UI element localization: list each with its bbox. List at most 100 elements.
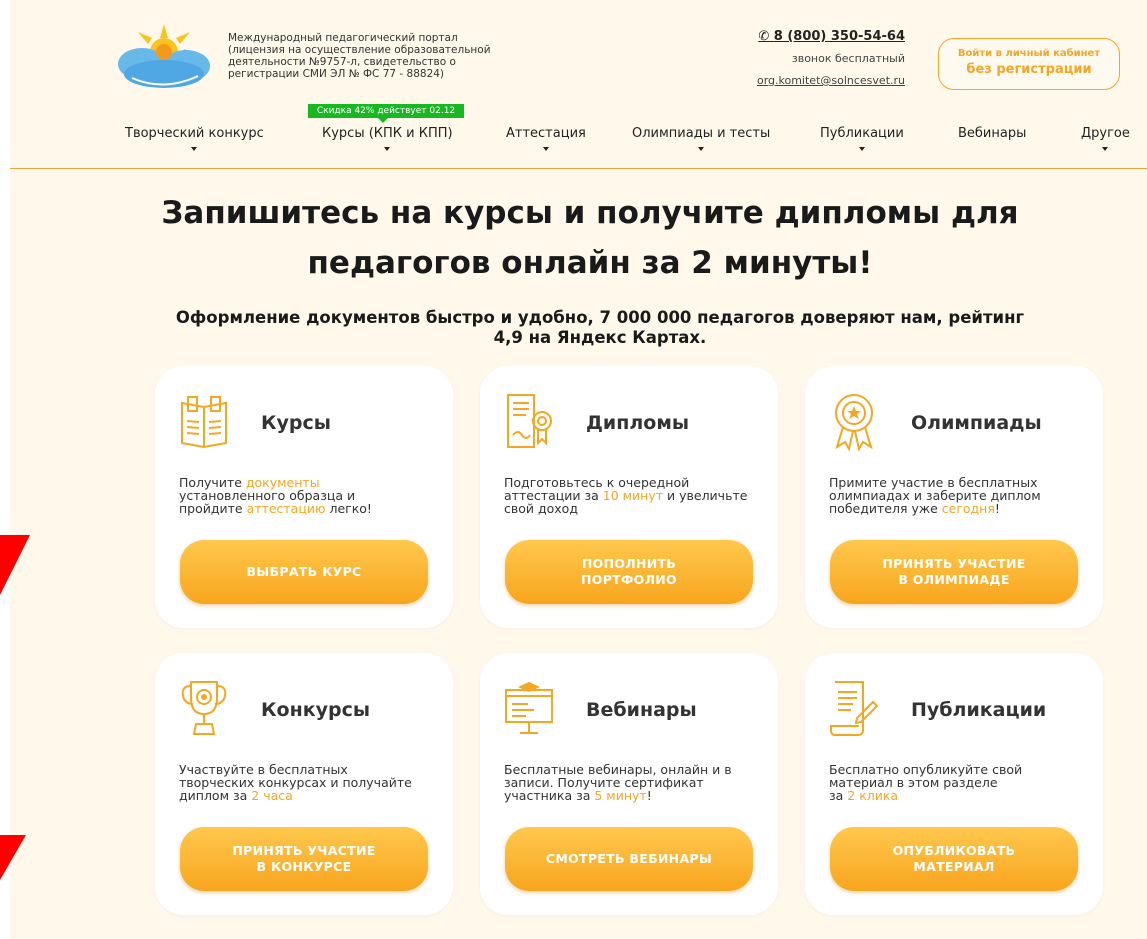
card-description: Бесплатно опубликуйте свой материал в это…: [829, 763, 1087, 802]
card-courses: Курсы Получите документы установленного о…: [155, 366, 453, 628]
portal-info: Международный педагогический портал (лиц…: [228, 32, 528, 80]
nav-item-attestation[interactable]: Аттестация: [506, 126, 586, 151]
scroll-pen-icon: [830, 681, 879, 736]
caret-down-icon: [858, 147, 865, 151]
card-description: Подготовьтесь к очередной аттестации за 1…: [504, 476, 762, 515]
card-description: Примите участие в бесплатных олимпиадах и…: [829, 476, 1087, 515]
highlight-link[interactable]: 2 часа: [251, 788, 293, 803]
phone-icon: ✆: [758, 29, 770, 44]
button-label: МАТЕРИАЛ: [913, 859, 995, 874]
highlight-link[interactable]: 5 минут: [594, 788, 646, 803]
nav-item-creative-contest[interactable]: Творческий конкурс: [125, 126, 264, 151]
join-contest-button[interactable]: ПРИНЯТЬ УЧАСТИЕ В КОНКУРСЕ: [180, 827, 428, 891]
login-button[interactable]: Войти в личный кабинет без регистрации: [938, 38, 1120, 90]
card-description: Бесплатные вебинары, онлайн и в записи. П…: [504, 763, 762, 802]
nav-item-label: Творческий конкурс: [125, 126, 264, 141]
highlight-link[interactable]: аттестацию: [247, 501, 326, 516]
choose-course-button[interactable]: ВЫБРАТЬ КУРС: [180, 540, 428, 604]
card-description-text: диплом за: [179, 788, 252, 803]
nav-item-label: Олимпиады и тесты: [632, 126, 771, 141]
button-label: ПРИНЯТЬ УЧАСТИЕ: [882, 556, 1026, 571]
nav-item-label: Публикации: [820, 126, 904, 141]
card-olympiads: Олимпиады Примите участие в бесплатных ол…: [805, 366, 1103, 628]
caret-down-icon: [1102, 147, 1109, 151]
nav-item-courses[interactable]: Курсы (КПК и КПП): [322, 126, 453, 151]
card-title: Дипломы: [586, 412, 690, 434]
caret-down-icon: [191, 147, 198, 151]
hero-title-line: Запишитесь на курсы и получите дипломы д…: [161, 195, 1019, 231]
card-publications: Публикации Бесплатно опубликуйте свой мат…: [805, 653, 1103, 915]
highlight-link[interactable]: сегодня: [942, 501, 995, 516]
nav-item-label: Другое: [1081, 126, 1130, 141]
nav-item-webinars[interactable]: Вебинары: [958, 126, 1026, 141]
hero-subtitle-line: 4,9 на Яндекс Картах.: [493, 328, 707, 347]
button-label: В КОНКУРСЕ: [256, 859, 352, 874]
red-pointer-arrow: [0, 535, 30, 880]
card-description: Участвуйте в бесплатных творческих конкур…: [179, 763, 437, 802]
hero-title: Запишитесь на курсы и получите дипломы д…: [140, 188, 1040, 288]
card-description-text: !: [994, 501, 1000, 516]
add-portfolio-button[interactable]: ПОПОЛНИТЬ ПОРТФОЛИО: [505, 540, 753, 604]
email-link[interactable]: org.komitet@solncesvet.ru: [710, 74, 905, 88]
phone-number[interactable]: 8 (800) 350-54-64: [774, 29, 905, 44]
hero-subtitle: Оформление документов быстро и удобно, 7…: [150, 308, 1050, 348]
diploma-icon: [507, 394, 552, 448]
nav-item-olympiads[interactable]: Олимпиады и тесты: [632, 126, 770, 151]
card-description-text: легко!: [325, 501, 372, 516]
nav-item-publications[interactable]: Публикации: [820, 126, 904, 151]
card-title: Конкурсы: [261, 699, 371, 721]
nav-divider: [10, 168, 1147, 169]
card-description-text: свой доход: [504, 501, 578, 516]
trophy-icon: [181, 681, 227, 735]
card-description-text: !: [646, 788, 652, 803]
button-label: ПОРТФОЛИО: [581, 572, 677, 587]
caret-down-icon: [698, 147, 705, 151]
card-title: Курсы: [261, 412, 331, 434]
login-button-line2: без регистрации: [966, 62, 1092, 77]
book-icon: [181, 396, 227, 449]
contact-block: ✆ 8 (800) 350-54-64 звонок бесплатный or…: [710, 28, 905, 88]
publish-material-button[interactable]: ОПУБЛИКОВАТЬ МАТЕРИАЛ: [830, 827, 1078, 891]
button-label: В ОЛИМПИАДЕ: [898, 572, 1010, 587]
highlight-link[interactable]: 2 клика: [847, 788, 898, 803]
card-diplomas: Дипломы Подготовьтесь к очередной аттеста…: [480, 366, 778, 628]
join-olympiad-button[interactable]: ПРИНЯТЬ УЧАСТИЕ В ОЛИМПИАДЕ: [830, 540, 1078, 604]
nav-item-label: Курсы (КПК и КПП): [322, 126, 453, 141]
card-description-text: пройдите: [179, 501, 247, 516]
button-label: ОПУБЛИКОВАТЬ: [892, 843, 1016, 858]
portal-info-line: деятельности №9757-л, свидетельство о: [228, 56, 456, 68]
nav-item-other[interactable]: Другое: [1081, 126, 1130, 151]
card-description: Получите документы установленного образца…: [179, 476, 437, 515]
watch-webinars-button[interactable]: СМОТРЕТЬ ВЕБИНАРЫ: [505, 827, 753, 891]
card-description-line: пройдите аттестацию легко!: [179, 502, 437, 515]
sun-logo-icon[interactable]: [112, 22, 214, 94]
monitor-icon: [505, 682, 553, 734]
page: Международный педагогический портал (лиц…: [10, 0, 1147, 939]
button-label: ПОПОЛНИТЬ: [581, 556, 677, 571]
card-description-text: победителя уже: [829, 501, 942, 516]
portal-info-line: (лицензия на осуществление образовательн…: [228, 44, 491, 56]
discount-badge: Скидка 42% действует 02.12: [308, 104, 464, 123]
card-title: Публикации: [911, 699, 1047, 721]
button-label: ВЫБРАТЬ КУРС: [246, 564, 362, 579]
portal-info-line: регистрации СМИ ЭЛ № ФС 77 - 88824): [228, 68, 445, 80]
phone-link[interactable]: ✆ 8 (800) 350-54-64: [710, 28, 905, 46]
card-title: Вебинары: [586, 699, 697, 721]
login-button-line1: Войти в личный кабинет: [957, 48, 1101, 59]
button-label: СМОТРЕТЬ ВЕБИНАРЫ: [545, 851, 713, 866]
card-description-line: победителя уже сегодня!: [829, 502, 1087, 515]
caret-down-icon: [384, 147, 391, 151]
card-description-line: участника за 5 минут!: [504, 789, 762, 802]
card-title: Олимпиады: [911, 412, 1042, 434]
button-label: ПРИНЯТЬ УЧАСТИЕ: [232, 843, 376, 858]
phone-note: звонок бесплатный: [791, 52, 905, 65]
card-contests: Конкурсы Участвуйте в бесплатных творческ…: [155, 653, 453, 915]
card-description-line: свой доход: [504, 502, 762, 515]
nav-item-label: Вебинары: [958, 126, 1027, 141]
caret-down-icon: [542, 147, 549, 151]
card-description-text: за: [829, 788, 848, 803]
card-description-text: участника за: [504, 788, 595, 803]
highlight-link[interactable]: 10 минут: [603, 488, 663, 503]
card-description-line: за 2 клика: [829, 789, 1087, 802]
nav-item-label: Аттестация: [506, 126, 586, 141]
